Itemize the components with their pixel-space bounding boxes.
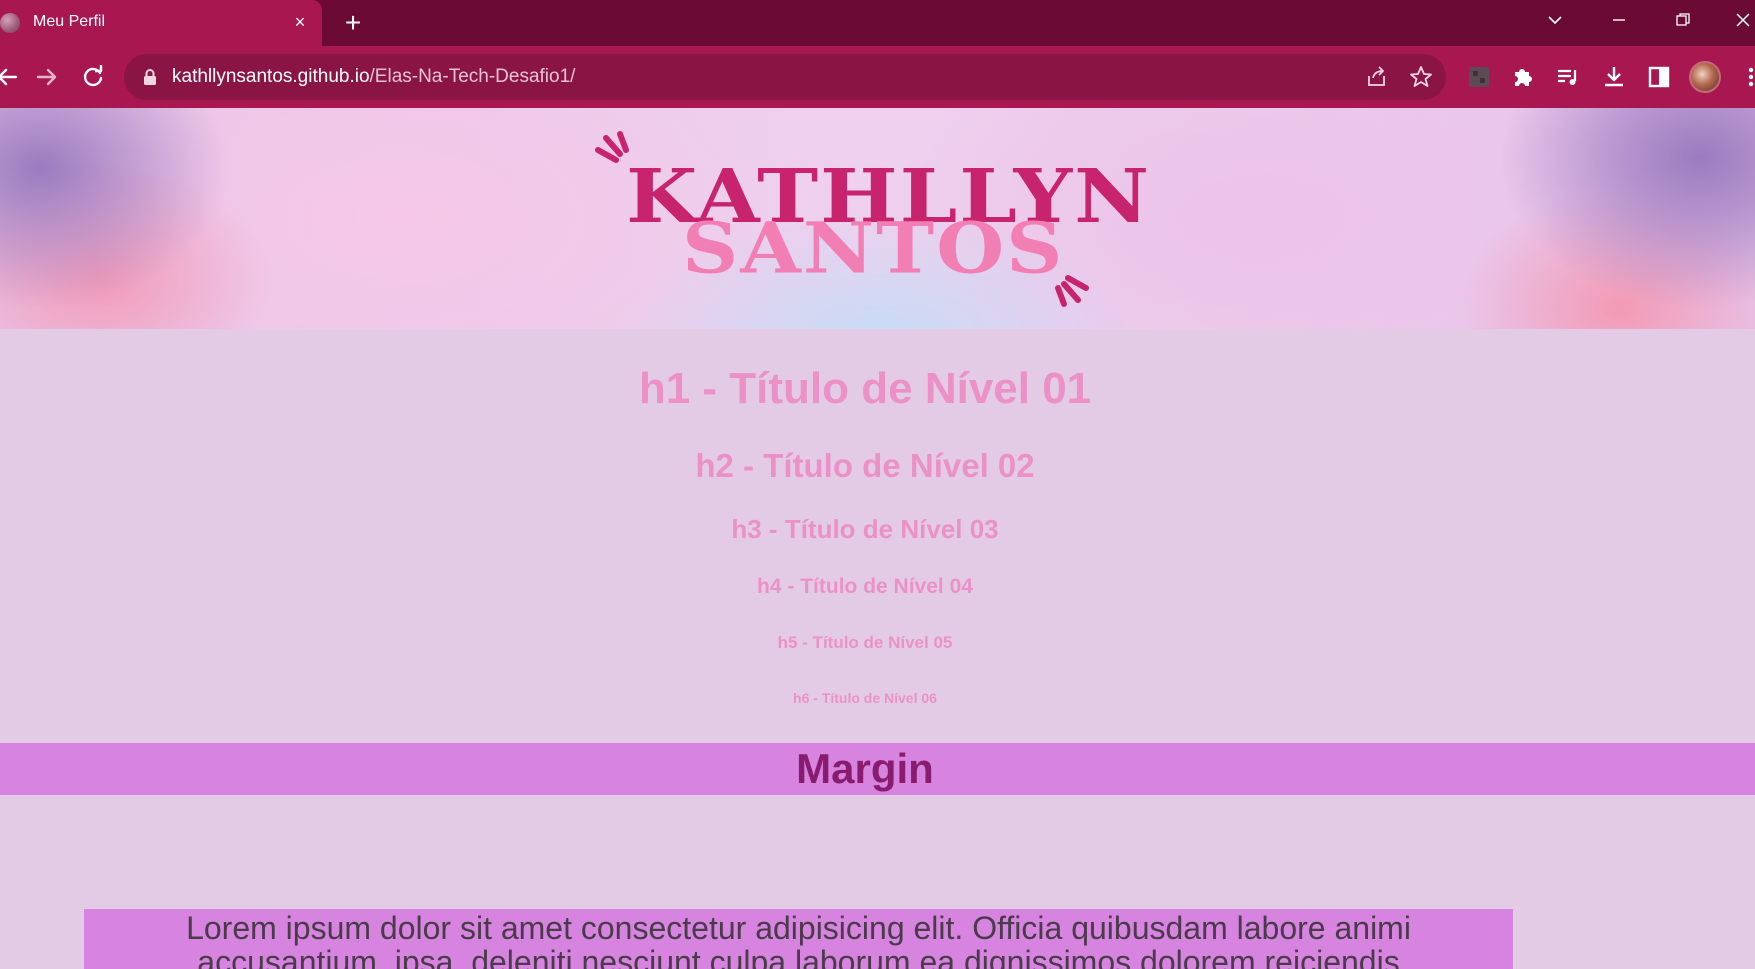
lorem-box: Lorem ipsum dolor sit amet consectetur a… bbox=[84, 909, 1513, 969]
logo: KATHLLYN SANTOS bbox=[590, 118, 1149, 318]
bookmark-star-icon[interactable] bbox=[1408, 64, 1434, 90]
tab-search-icon[interactable] bbox=[1530, 0, 1580, 40]
browser-toolbar: kathllynsantos.github.io/Elas-Na-Tech-De… bbox=[0, 46, 1755, 108]
heading-h6: h6 - Título de Nível 06 bbox=[793, 690, 937, 706]
lorem-paragraph: Lorem ipsum dolor sit amet consectetur a… bbox=[186, 910, 1411, 969]
download-icon[interactable] bbox=[1599, 62, 1629, 92]
heading-h3: h3 - Título de Nível 03 bbox=[731, 514, 999, 544]
heading-h4: h4 - Título de Nível 04 bbox=[757, 575, 973, 598]
close-window-button[interactable] bbox=[1718, 0, 1755, 40]
url-text: kathllynsantos.github.io/Elas-Na-Tech-De… bbox=[172, 66, 575, 88]
margin-title: Margin bbox=[796, 745, 934, 792]
share-icon[interactable] bbox=[1364, 64, 1390, 90]
globe-favicon-icon bbox=[0, 13, 20, 33]
new-tab-button[interactable]: + bbox=[338, 8, 368, 38]
tab-strip: Meu Perfil × + bbox=[0, 0, 1755, 46]
url-path: /Elas-Na-Tech-Desafio1/ bbox=[369, 66, 576, 87]
tab-meu-perfil[interactable]: Meu Perfil × bbox=[0, 0, 322, 46]
heading-h2: h2 - Título de Nível 02 bbox=[695, 447, 1035, 484]
reload-icon[interactable] bbox=[78, 62, 108, 92]
tab-title: Meu Perfil bbox=[33, 13, 106, 30]
logo-line2: SANTOS bbox=[682, 207, 1065, 290]
lock-icon[interactable] bbox=[142, 68, 158, 86]
url-host: kathllynsantos.github.io bbox=[172, 66, 370, 87]
address-bar[interactable]: kathllynsantos.github.io/Elas-Na-Tech-De… bbox=[124, 54, 1446, 100]
hero-banner: KATHLLYN SANTOS bbox=[0, 108, 1755, 329]
tab-close-icon[interactable]: × bbox=[288, 10, 312, 34]
heading-h1: h1 - Título de Nível 01 bbox=[638, 364, 1092, 413]
headings-section: h1 - Título de Nível 01 h2 - Título de N… bbox=[0, 329, 1755, 743]
profile-avatar-icon[interactable] bbox=[1689, 61, 1721, 93]
extensions-puzzle-icon[interactable] bbox=[1508, 62, 1538, 92]
media-playlist-icon[interactable] bbox=[1553, 62, 1583, 92]
extension-tile-icon[interactable] bbox=[1464, 62, 1494, 92]
minimize-button[interactable] bbox=[1594, 0, 1644, 40]
forward-icon[interactable] bbox=[32, 62, 62, 92]
margin-section: Margin bbox=[0, 743, 1755, 795]
logo-burst-bottom-icon bbox=[1055, 275, 1089, 307]
heading-h5: h5 - Título de Nível 05 bbox=[777, 633, 953, 652]
back-icon[interactable] bbox=[0, 62, 22, 92]
more-menu-icon[interactable] bbox=[1736, 62, 1755, 92]
side-panel-icon[interactable] bbox=[1644, 62, 1674, 92]
restore-button[interactable] bbox=[1658, 0, 1708, 40]
